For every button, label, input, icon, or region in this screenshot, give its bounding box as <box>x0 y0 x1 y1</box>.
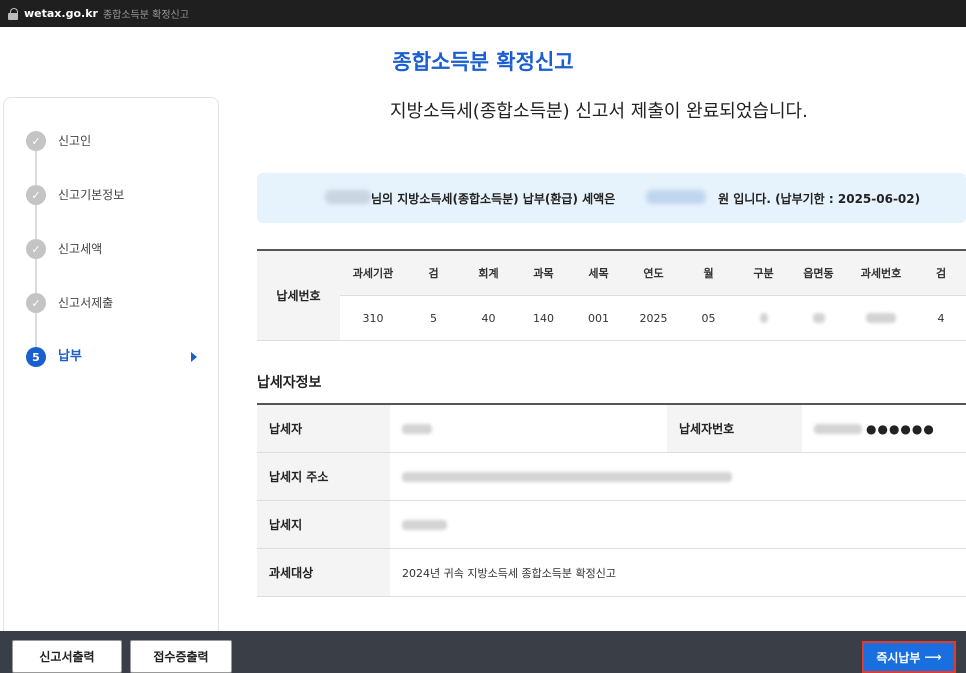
step-item-payment[interactable]: 5 납부 <box>26 347 197 401</box>
tax-amount-notice: 님의 지방소득세(종합소득분) 납부(환급) 세액은 원 입니다. (납부기한 … <box>257 173 966 223</box>
table-cell: 310 <box>362 311 384 325</box>
page-title: 종합소득분 확정신고 <box>392 50 574 74</box>
redacted-value <box>402 501 447 548</box>
table-cell: 40 <box>481 311 496 325</box>
tax-number-table: 납세번호 과세기관 검 회계 과목 세목 연도 월 구분 읍면동 과세번호 검 … <box>257 249 966 341</box>
column-header: 과세기관 <box>352 267 394 280</box>
step-label: 신고인 <box>58 134 92 148</box>
taxpayer-id-label: 납세자번호 <box>667 405 802 452</box>
table-row: 과세대상 2024년 귀속 지방소득세 종합소득분 확정신고 <box>257 549 966 597</box>
column-header: 과목 <box>533 267 554 280</box>
step-number: 5 <box>26 347 46 367</box>
taxpayer-id-value: ●●●●●● <box>814 405 935 452</box>
step-label: 신고세액 <box>58 242 103 256</box>
redacted-value <box>402 405 432 452</box>
action-bar: 신고서출력 접수증출력 즉시납부 ⟶ <box>0 631 966 673</box>
table-cell: 140 <box>533 311 554 325</box>
step-item-submit: ✓ 신고서제출 <box>26 293 124 347</box>
column-header: 연도 <box>643 267 664 280</box>
column-header: 세목 <box>588 267 609 280</box>
taxpayer-info-title: 납세자정보 <box>257 375 322 391</box>
column-header: 회계 <box>478 267 499 280</box>
taxpayer-info-table: 납세자 납세자번호 ●●●●●● 납세지 주소 납세지 과세대상 2024년 귀… <box>257 403 966 597</box>
notice-text: 님의 지방소득세(종합소득분) 납부(환급) 세액은 <box>371 192 616 206</box>
arrow-right-icon: ⟶ <box>924 650 942 664</box>
print-return-button[interactable]: 신고서출력 <box>12 640 122 673</box>
step-item-basic-info: ✓ 신고기본정보 <box>26 185 124 239</box>
browser-address-bar: wetax.go.kr 종합소득분 확정신고 <box>0 0 966 27</box>
check-icon: ✓ <box>26 131 46 151</box>
masked-digits: ●●●●●● <box>866 421 935 436</box>
address-label: 납세지 주소 <box>257 453 390 500</box>
step-list: ✓ 신고인 ✓ 신고기본정보 ✓ 신고세액 ✓ 신고서제출 5 납부 <box>26 131 197 401</box>
url-domain[interactable]: wetax.go.kr <box>24 7 98 20</box>
table-row: 310 5 40 140 001 2025 05 4 <box>340 296 966 341</box>
column-header: 검 <box>935 267 947 280</box>
lock-icon <box>8 7 18 20</box>
step-sidebar: ✓ 신고인 ✓ 신고기본정보 ✓ 신고세액 ✓ 신고서제출 5 납부 <box>3 97 219 657</box>
completion-message: 지방소득세(종합소득분) 신고서 제출이 완료되었습니다. <box>390 101 808 122</box>
step-item-applicant: ✓ 신고인 <box>26 131 124 185</box>
check-icon: ✓ <box>26 239 46 259</box>
column-header: 읍면동 <box>803 267 834 280</box>
table-row: 납세자 납세자번호 ●●●●●● <box>257 405 966 453</box>
pay-now-button[interactable]: 즉시납부 ⟶ <box>862 641 956 673</box>
pay-now-label: 즉시납부 <box>876 650 921 665</box>
table-cell: 5 <box>430 311 437 325</box>
subject-value: 2024년 귀속 지방소득세 종합소득분 확정신고 <box>402 566 617 580</box>
table-cell: 001 <box>588 311 609 325</box>
redacted-cell <box>846 296 916 340</box>
caret-right-icon <box>191 352 197 362</box>
table-cell: 05 <box>701 311 716 325</box>
taxpayer-label: 납세자 <box>257 405 390 452</box>
step-label: 납부 <box>58 349 82 364</box>
tax-number-header: 납세번호 <box>257 251 340 341</box>
redacted-name <box>325 190 371 204</box>
check-icon: ✓ <box>26 185 46 205</box>
redacted-amount <box>646 190 706 204</box>
subject-label: 과세대상 <box>257 549 390 596</box>
step-label: 신고기본정보 <box>58 188 125 202</box>
redacted-cell <box>736 296 791 340</box>
table-row: 납세지 <box>257 501 966 549</box>
step-item-tax-amount: ✓ 신고세액 <box>26 239 124 293</box>
print-receipt-button[interactable]: 접수증출력 <box>130 640 232 673</box>
redacted-cell <box>791 296 846 340</box>
step-label: 신고서제출 <box>58 296 114 310</box>
table-header-row: 과세기관 검 회계 과목 세목 연도 월 구분 읍면동 과세번호 검 <box>340 251 966 296</box>
redacted-value <box>402 453 732 500</box>
tax-place-label: 납세지 <box>257 501 390 548</box>
table-row: 납세지 주소 <box>257 453 966 501</box>
table-cell: 2025 <box>639 311 668 325</box>
column-header: 구분 <box>753 267 774 280</box>
column-header: 과세번호 <box>860 267 902 280</box>
table-cell: 4 <box>937 311 945 325</box>
column-header: 월 <box>703 267 714 280</box>
browser-tab-title: 종합소득분 확정신고 <box>102 10 189 21</box>
check-icon: ✓ <box>26 293 46 313</box>
column-header: 검 <box>428 267 439 280</box>
notice-deadline-text: 원 입니다. (납부기한 : 2025-06-02) <box>718 192 921 206</box>
